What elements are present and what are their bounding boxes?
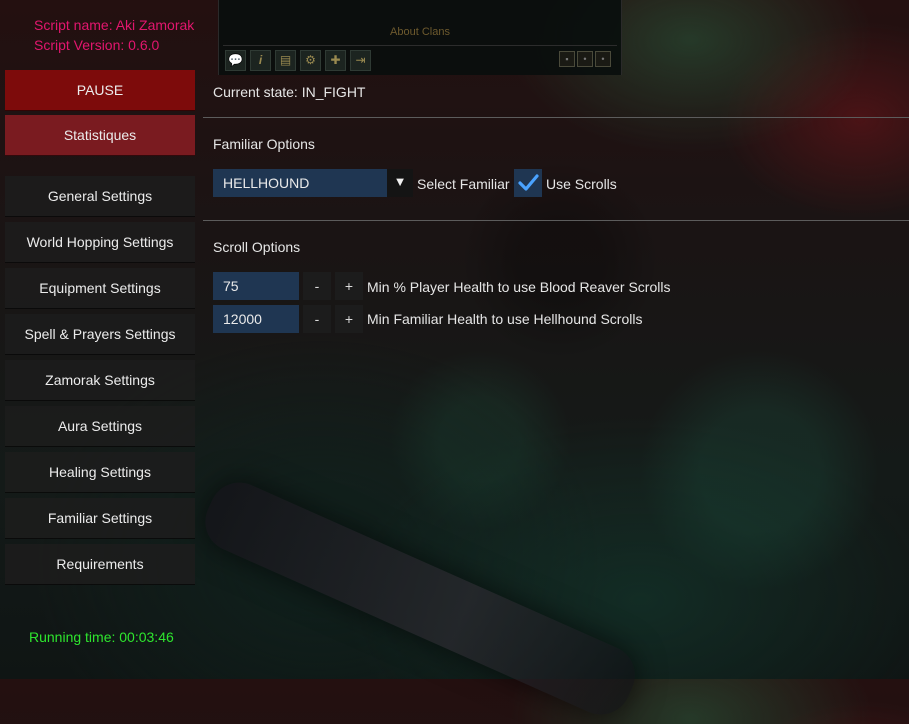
- window-button-2[interactable]: •: [577, 51, 593, 67]
- player-health-threshold-input[interactable]: 75: [213, 272, 299, 300]
- chat-icon[interactable]: 💬: [225, 50, 246, 71]
- gear-icon[interactable]: ⚙: [300, 50, 321, 71]
- divider: [203, 220, 909, 221]
- script-version: Script Version: 0.6.0: [34, 37, 160, 53]
- scroll-options-title: Scroll Options: [213, 239, 301, 255]
- sidebar-item-world-hopping-settings[interactable]: World Hopping Settings: [5, 222, 195, 263]
- sidebar-item-aura-settings[interactable]: Aura Settings: [5, 406, 195, 447]
- window-button-1[interactable]: ▪: [559, 51, 575, 67]
- player-health-threshold-label: Min % Player Health to use Blood Reaver …: [367, 279, 671, 295]
- leave-icon[interactable]: ⇥: [350, 50, 371, 71]
- familiar-select-value: HELLHOUND: [223, 175, 310, 191]
- familiar-health-threshold-label: Min Familiar Health to use Hellhound Scr…: [367, 311, 643, 327]
- add-member-icon[interactable]: ✚: [325, 50, 346, 71]
- folder-icon[interactable]: ▤: [275, 50, 296, 71]
- use-scrolls-label: Use Scrolls: [546, 176, 617, 192]
- sidebar-item-statistiques[interactable]: Statistiques: [5, 115, 195, 156]
- familiar-options-title: Familiar Options: [213, 136, 315, 152]
- sidebar-item-zamorak-settings[interactable]: Zamorak Settings: [5, 360, 195, 401]
- increment-button[interactable]: +: [335, 305, 363, 333]
- sidebar-item-equipment-settings[interactable]: Equipment Settings: [5, 268, 195, 309]
- checkmark-icon: [518, 174, 539, 191]
- script-info: Script name: Aki Zamorak Script Version:…: [34, 15, 194, 55]
- game-clan-window: About Clans 💬 i ▤ ⚙ ✚ ⇥ ▪ • •: [218, 0, 622, 75]
- decrement-button[interactable]: -: [303, 272, 331, 300]
- increment-button[interactable]: +: [335, 272, 363, 300]
- sidebar-item-familiar-settings[interactable]: Familiar Settings: [5, 498, 195, 539]
- running-time: Running time: 00:03:46: [29, 629, 174, 645]
- info-icon[interactable]: i: [250, 50, 271, 71]
- sidebar-item-spell-prayers-settings[interactable]: Spell & Prayers Settings: [5, 314, 195, 355]
- familiar-select[interactable]: HELLHOUND ▼: [213, 169, 413, 197]
- select-familiar-label: Select Familiar: [417, 176, 510, 192]
- chevron-down-icon[interactable]: ▼: [387, 169, 413, 197]
- script-name: Script name: Aki Zamorak: [34, 17, 195, 33]
- use-scrolls-checkbox[interactable]: [514, 169, 542, 197]
- background-weapon: [195, 473, 645, 724]
- sidebar-item-healing-settings[interactable]: Healing Settings: [5, 452, 195, 493]
- sidebar-item-requirements[interactable]: Requirements: [5, 544, 195, 585]
- window-button-3[interactable]: •: [595, 51, 611, 67]
- sidebar-item-general-settings[interactable]: General Settings: [5, 176, 195, 217]
- divider: [203, 117, 909, 118]
- decrement-button[interactable]: -: [303, 305, 331, 333]
- about-clans-label: About Clans: [390, 26, 450, 38]
- pause-button[interactable]: PAUSE: [5, 70, 195, 111]
- familiar-health-threshold-input[interactable]: 12000: [213, 305, 299, 333]
- window-divider: [223, 45, 617, 46]
- current-state: Current state: IN_FIGHT: [213, 84, 366, 100]
- clan-icon-bar: 💬 i ▤ ⚙ ✚ ⇥: [225, 50, 371, 71]
